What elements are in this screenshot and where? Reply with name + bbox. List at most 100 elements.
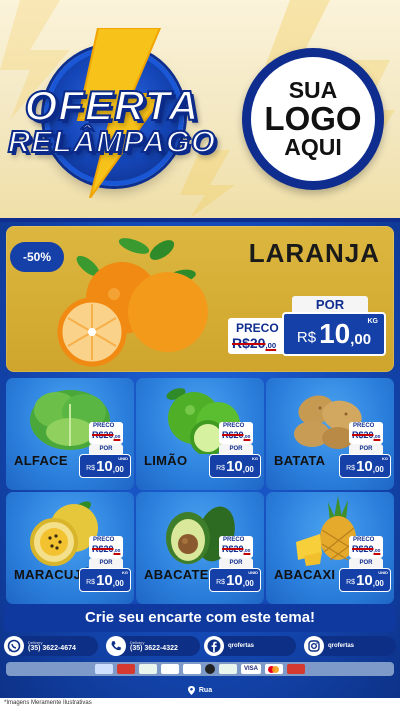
old-price: R$20,00: [232, 335, 277, 351]
product-card-batata[interactable]: BATATA PRECO R$20,00 POR R$ 10 ,00 KG: [266, 378, 394, 490]
new-price: R$ 10 ,00 KG: [79, 568, 131, 592]
old-price-box: PRECO R$20,00: [219, 536, 253, 558]
contact-bar: Delivery (35) 3622-4674 Delivery (35) 3622…: [4, 636, 396, 656]
contact-facebook[interactable]: qrofertas: [204, 636, 296, 656]
card-icon: [117, 664, 135, 674]
price-decimal: ,00: [242, 464, 254, 474]
preco-label: PRECO: [353, 537, 375, 543]
contact-label: Delivery: [28, 639, 43, 645]
old-price-box: PRECO R$20,00: [349, 536, 383, 558]
product-name: ABACAXI: [274, 567, 336, 582]
card-icon: [139, 664, 157, 674]
title-line-2: RELÂMPAGO: [7, 123, 217, 160]
facebook-icon: [204, 636, 224, 656]
price-unit: UNID: [118, 456, 128, 461]
new-price: R$ 10 ,00 KG: [339, 454, 391, 478]
price-tag: PRECO R$20,00 POR R$ 10 ,00 UNID: [339, 536, 391, 602]
price-tag: PRECO R$20,00 POR R$ 10 ,00 UNID: [209, 536, 261, 602]
contact-whatsapp[interactable]: Delivery (35) 3622-4674: [4, 636, 98, 656]
old-price: R$20,00: [352, 544, 381, 554]
price-tag: PRECO R$20,00 POR R$ 10 ,00 KG: [79, 536, 131, 602]
contact-handle: qrofertas: [328, 643, 355, 649]
price-amount: 10: [356, 571, 373, 589]
logo-placeholder: SUA LOGO AQUI: [242, 48, 384, 190]
product-card-limao[interactable]: LIMÃO PRECO R$20,00 POR R$ 10 ,00 KG: [136, 378, 264, 490]
old-price-box: PRECO R$20,00: [89, 422, 123, 444]
card-icon: [219, 664, 237, 674]
price-unit: KG: [367, 318, 379, 325]
price-amount: 10: [356, 457, 373, 475]
currency: R$: [346, 578, 356, 586]
payment-methods: VISA: [6, 662, 394, 676]
old-price: R$20,00: [92, 544, 121, 554]
new-price: R$ 10 ,00 UNID: [79, 454, 131, 478]
card-icon: [183, 664, 201, 674]
currency: R$: [86, 464, 96, 472]
price-unit: KG: [252, 456, 258, 461]
price-amount: 10: [226, 571, 243, 589]
contact-phone[interactable]: Delivery (35) 3622-4322: [106, 636, 200, 656]
price-tag: PRECO R$20,00 POR R$ 10 ,00 KG: [339, 422, 391, 488]
product-card-maracuja[interactable]: MARACUJÁ PRECO R$20,00 POR R$ 10 ,00 KG: [6, 492, 134, 604]
contact-instagram[interactable]: qrofertas: [304, 636, 396, 656]
card-icon: [287, 664, 305, 674]
preco-label: PRECO: [353, 423, 375, 429]
preco-label: PRECO: [223, 537, 245, 543]
por-label: POR: [349, 558, 383, 568]
old-price: R$20,00: [222, 430, 251, 440]
featured-price-tag: POR PRECO R$20,00 R$ 10 ,00 KG: [228, 296, 388, 362]
old-price: R$20,00: [92, 430, 121, 440]
contact-handle: qrofertas: [228, 643, 255, 649]
card-icon: [205, 664, 215, 674]
preco-label: PRECO: [223, 423, 245, 429]
currency: R$: [216, 578, 226, 586]
currency: R$: [216, 464, 226, 472]
logo-text-3: AQUI: [284, 133, 342, 160]
create-flyer-banner[interactable]: Crie seu encarte com este tema!: [4, 604, 396, 632]
currency: R$: [346, 464, 356, 472]
offers-panel: -50% LARANJA POR PRECO R$20,00 R$ 10 ,00…: [0, 218, 400, 698]
address-text: Rua: [198, 686, 213, 694]
new-price: R$ 10 ,00 UNID: [339, 568, 391, 592]
product-card-alface[interactable]: ALFACE PRECO R$20,00 POR R$ 10 ,00 UNID: [6, 378, 134, 490]
preco-label: PRECO: [93, 423, 115, 429]
contact-phone: (35) 3622-4674: [28, 644, 76, 652]
price-decimal: ,00: [242, 578, 254, 588]
product-name: LIMÃO: [144, 453, 188, 468]
contact-phone: (35) 3622-4322: [130, 644, 178, 652]
product-card-abacaxi[interactable]: ABACAXI PRECO R$20,00 POR R$ 10 ,00 UNID: [266, 492, 394, 604]
new-price: R$ 10 ,00 KG: [209, 454, 261, 478]
featured-product-name: LARANJA: [248, 238, 380, 268]
preco-label: PRECO: [93, 537, 115, 543]
preco-label: PRECO: [236, 321, 279, 335]
old-price: R$20,00: [222, 544, 251, 554]
card-icon: [161, 664, 179, 674]
product-name: ALFACE: [14, 453, 68, 468]
visa-icon: VISA: [241, 664, 261, 674]
new-price: R$ 10 ,00 KG: [282, 312, 386, 356]
price-decimal: ,00: [372, 464, 384, 474]
price-decimal: ,00: [112, 578, 124, 588]
instagram-icon: [304, 636, 324, 656]
price-decimal: ,00: [372, 578, 384, 588]
price-decimal: ,00: [350, 330, 372, 348]
price-amount: 10: [226, 457, 243, 475]
por-label: POR: [349, 444, 383, 454]
old-price-box: PRECO R$20,00: [89, 536, 123, 558]
price-unit: KG: [122, 570, 128, 575]
price-tag: PRECO R$20,00 POR R$ 10 ,00 UNID: [79, 422, 131, 488]
price-unit: KG: [382, 456, 388, 461]
old-price: R$20,00: [352, 430, 381, 440]
header-banner: OFERTA RELÂMPAGO SUA LOGO AQUI: [0, 0, 400, 218]
price-decimal: ,00: [112, 464, 124, 474]
product-card-abacate[interactable]: ABACATE PRECO R$20,00 POR R$ 10 ,00 UNID: [136, 492, 264, 604]
orange-image: [57, 238, 208, 367]
old-price-box: PRECO R$20,00: [228, 318, 290, 354]
phone-icon: [106, 636, 126, 656]
new-price: R$ 10 ,00 UNID: [209, 568, 261, 592]
price-unit: UNID: [248, 570, 258, 575]
product-name: ABACATE: [144, 567, 209, 582]
mastercard-icon: [265, 664, 283, 674]
featured-offer-card[interactable]: -50% LARANJA POR PRECO R$20,00 R$ 10 ,00…: [6, 226, 394, 372]
por-label: POR: [219, 558, 253, 568]
